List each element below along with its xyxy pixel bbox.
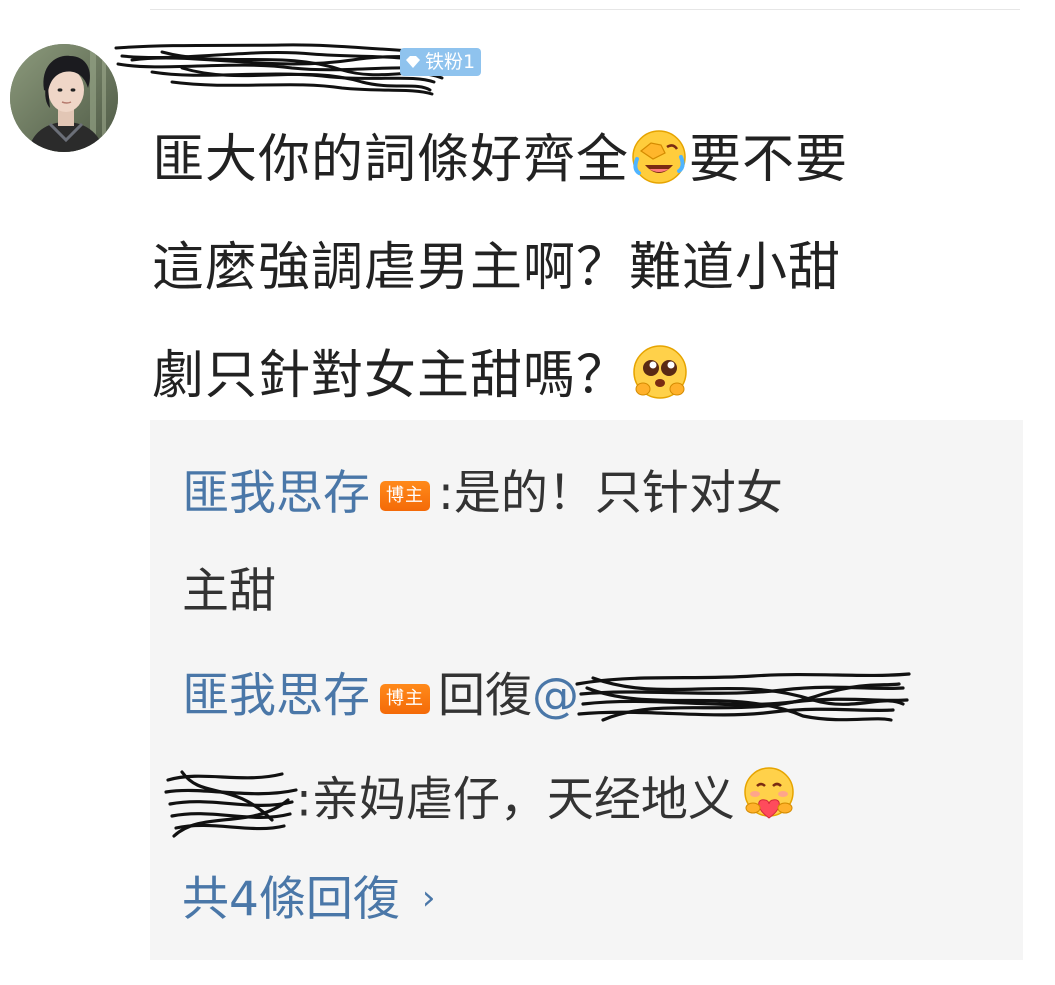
reply-2-line-2: :亲妈虐仔，天经地义 xyxy=(164,760,799,846)
redacted-mention-scribble xyxy=(164,770,298,838)
chevron-right-icon: › xyxy=(421,878,436,918)
reply-author-link[interactable]: 匪我思存 xyxy=(182,669,370,724)
reply-separator: : xyxy=(296,772,312,828)
reply-word: 回復 xyxy=(438,668,532,724)
comment-text: 匪大你的詞條好齊全 要不要 這麼強調虐男主啊？難道小甜 劇只針對女主甜嗎？ xyxy=(152,106,1022,430)
pleading-face-icon xyxy=(633,345,687,399)
reply-2-line-1: 匪我思存 博主 回復@ xyxy=(182,664,913,734)
blogger-badge: 博主 xyxy=(380,481,430,511)
reply-separator: : xyxy=(438,466,454,521)
reply-1-line-2: 主甜 xyxy=(182,564,276,619)
fan-badge-label: 铁粉1 xyxy=(425,51,476,73)
comment-line-1: 匪大你的詞條好齊全 要不要 xyxy=(152,130,849,190)
mention-link[interactable]: @ xyxy=(532,669,579,724)
reply-text: 亲妈虐仔，天经地义 xyxy=(311,772,735,828)
redacted-mention-scribble xyxy=(575,672,911,722)
reply-author-link[interactable]: 匪我思存 xyxy=(182,466,370,521)
blogger-badge: 博主 xyxy=(380,683,430,714)
fan-badge: 铁粉1 xyxy=(400,48,482,76)
comment-line-2: 這麼強調虐男主啊？難道小甜 xyxy=(152,238,842,298)
diamond-icon xyxy=(406,56,420,68)
view-all-label: 共4條回復 xyxy=(182,872,400,927)
reply-text: 是的！只针对女 xyxy=(453,466,783,521)
reply-1-line-1: 匪我思存 博主:是的！只针对女 xyxy=(182,464,783,524)
view-all-replies-link[interactable]: 共4條回復 › xyxy=(182,868,436,930)
comment-line-3: 劇只針對女主甜嗎？ xyxy=(152,322,1022,430)
commenter-avatar[interactable] xyxy=(10,44,118,152)
laugh-cry-facepalm-icon xyxy=(632,130,686,184)
top-divider xyxy=(150,9,1020,10)
replies-panel: 匪我思存 博主:是的！只针对女 主甜 匪我思存 博主 回復@:亲妈虐仔，天经… xyxy=(150,420,1023,960)
username-row: 铁粉1 xyxy=(112,42,512,102)
hugging-heart-face-icon xyxy=(744,766,794,819)
